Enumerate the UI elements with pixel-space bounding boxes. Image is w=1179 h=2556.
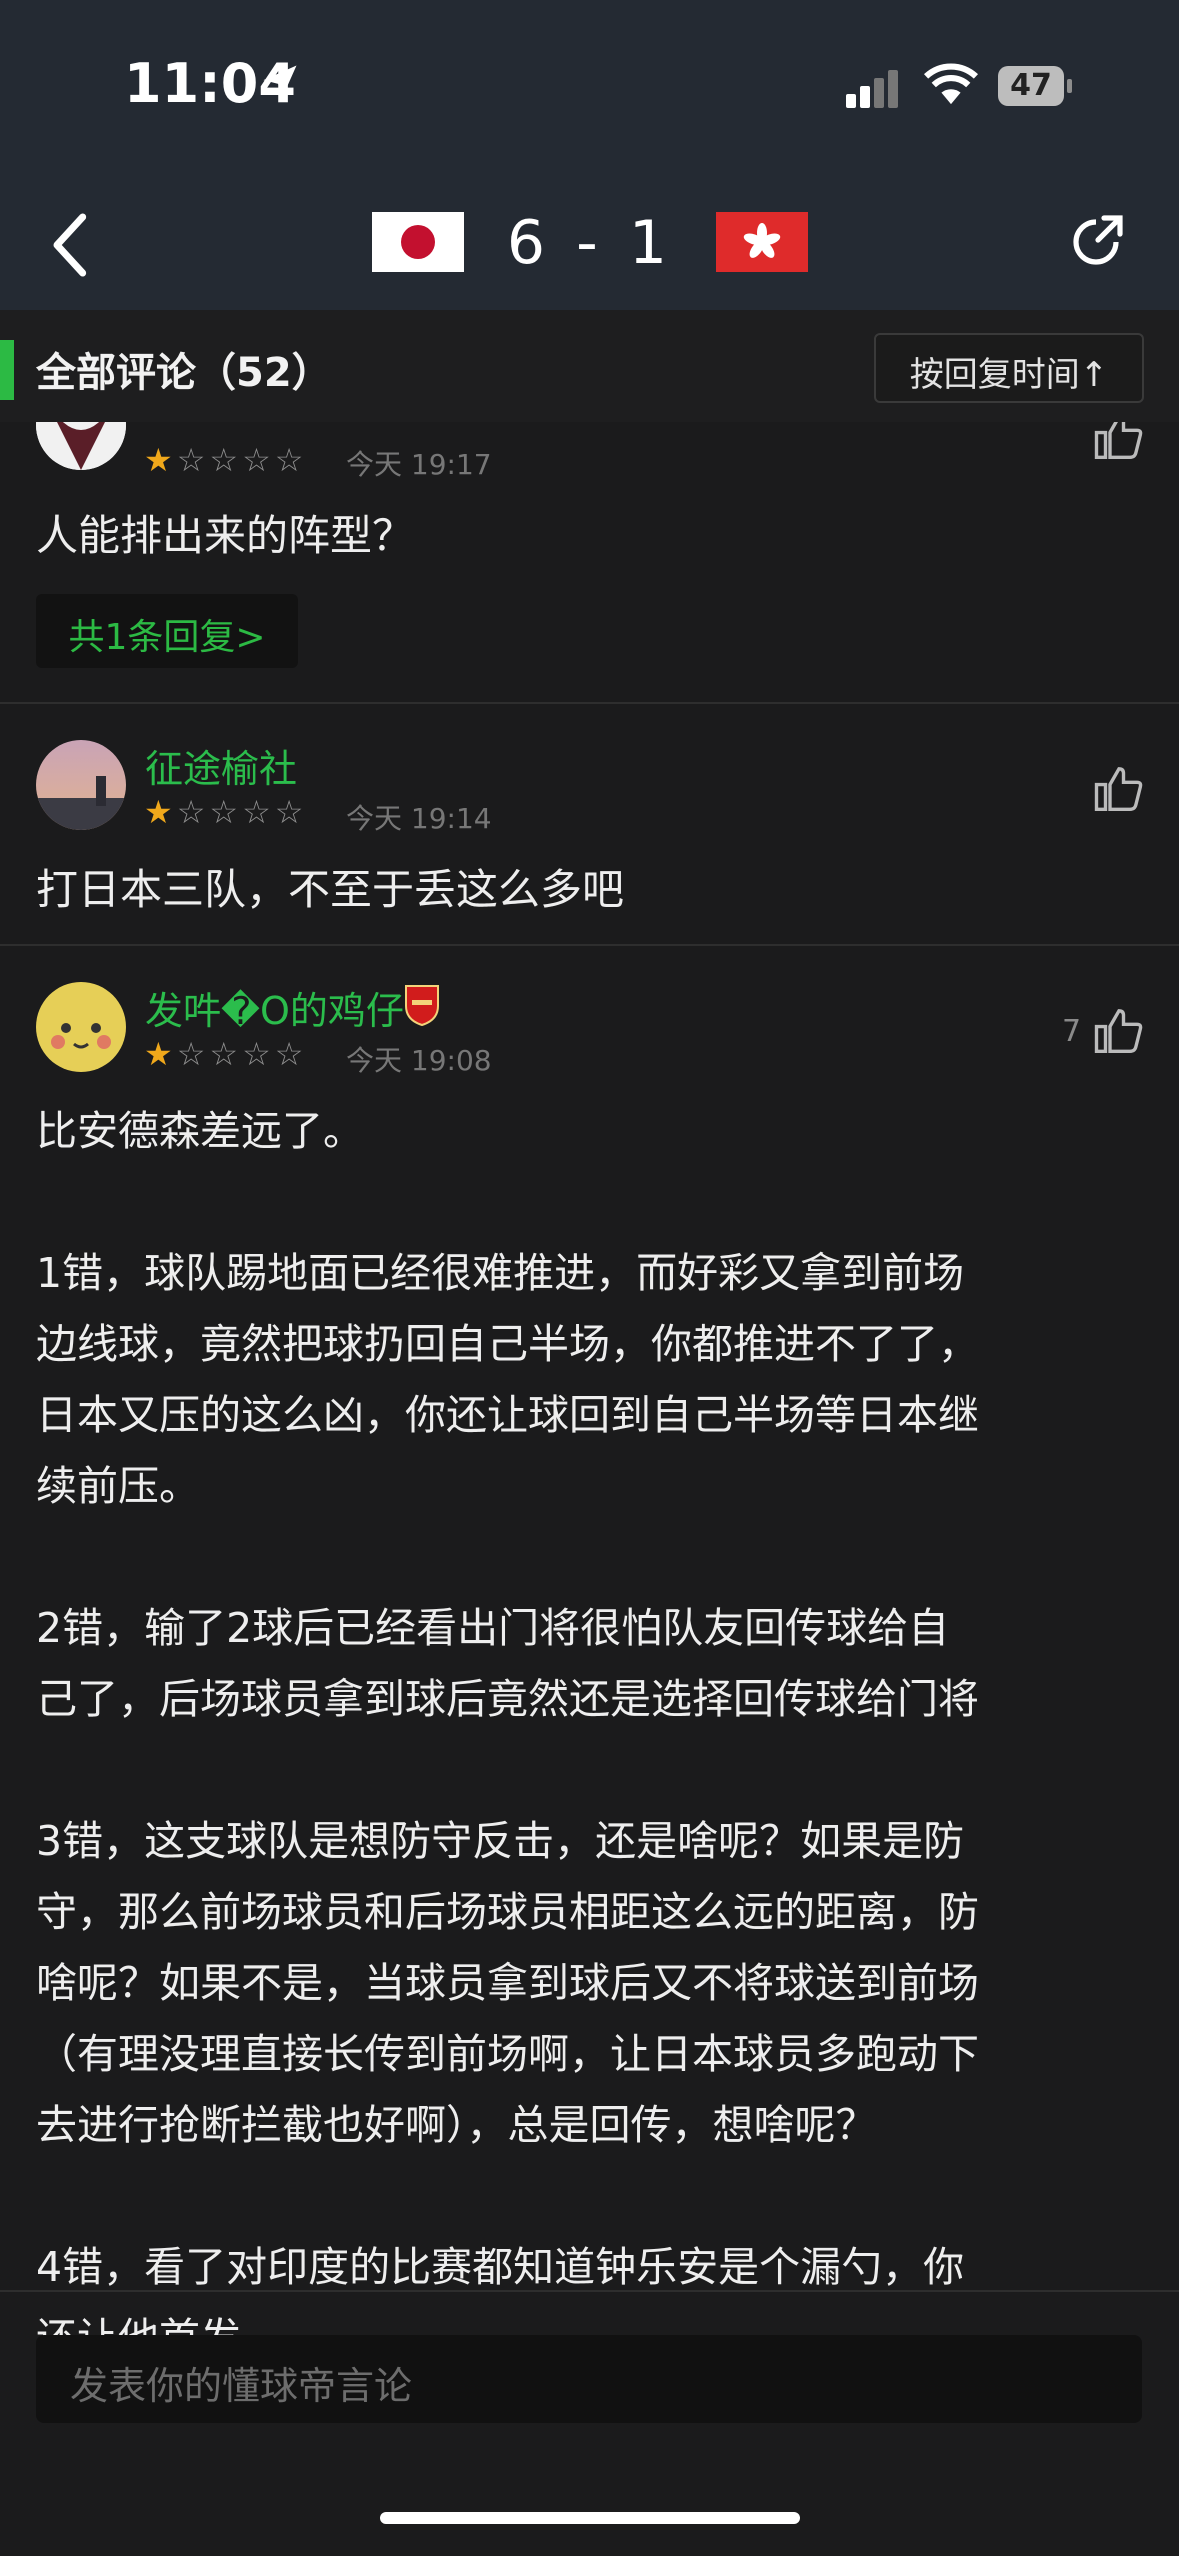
- star-empty-icon: ☆: [209, 793, 239, 831]
- japan-flag-icon: [372, 212, 464, 272]
- star-empty-icon: ☆: [274, 1035, 304, 1073]
- hong-kong-flag-icon: [716, 212, 808, 272]
- sort-label: 按回复时间↑: [909, 355, 1109, 395]
- star-empty-icon: ☆: [274, 441, 304, 479]
- star-empty-icon: ☆: [242, 793, 271, 831]
- avatar[interactable]: [36, 982, 126, 1072]
- wifi-icon: [923, 63, 979, 105]
- username[interactable]: 征途榆社: [145, 738, 297, 793]
- reply-count: 共1条回复>: [68, 617, 266, 658]
- sort-button[interactable]: 按回复时间↑: [874, 333, 1144, 403]
- comment-text: 打日本三队，不至于丢这么多吧: [36, 865, 625, 914]
- comment-text: 人能排出来的阵型？: [36, 511, 415, 560]
- like-count: 7: [1062, 1014, 1082, 1049]
- view-replies-button[interactable]: 共1条回复>: [36, 594, 298, 668]
- comment-time: 今天 19:08: [346, 1044, 492, 1077]
- thumbs-up-icon[interactable]: [1092, 762, 1146, 816]
- star-empty-icon: ☆: [209, 1035, 239, 1073]
- avatar[interactable]: [36, 740, 126, 830]
- star-empty-icon: ☆: [242, 441, 271, 479]
- star-filled-icon: ★: [144, 441, 173, 479]
- thumbs-up-icon[interactable]: [1092, 1004, 1146, 1058]
- rating-stars: ★ ☆ ☆ ☆ ☆: [144, 441, 307, 479]
- comment-time: 今天 19:14: [346, 802, 492, 835]
- comment-input[interactable]: 发表你的懂球帝言论: [36, 2335, 1142, 2423]
- star-filled-icon: ★: [144, 793, 173, 831]
- battery-level: 47: [1010, 68, 1052, 103]
- comment-text: 比安德森差远了。 1错，球队踢地面已经很难推进，而好彩又拿到前场 边线球，竟然把…: [36, 1107, 979, 2362]
- star-empty-icon: ☆: [176, 793, 206, 831]
- rating-stars: ★ ☆ ☆ ☆ ☆: [144, 793, 307, 831]
- rating-stars: ★ ☆ ☆ ☆ ☆: [144, 1035, 307, 1073]
- divider: [0, 2290, 1179, 2292]
- star-empty-icon: ☆: [274, 793, 304, 831]
- star-empty-icon: ☆: [176, 441, 206, 479]
- comment-time: 今天 19:17: [346, 448, 492, 481]
- comments-title: 全部评论（52）: [36, 350, 332, 396]
- username[interactable]: 发吽�O的鸡仔: [145, 980, 404, 1035]
- match-score: 6 - 1: [506, 208, 674, 278]
- back-button[interactable]: [46, 210, 96, 280]
- cellular-signal-icon: [846, 70, 898, 108]
- star-empty-icon: ☆: [242, 1035, 271, 1073]
- section-marker: [0, 340, 14, 400]
- comment-input-placeholder: 发表你的懂球帝言论: [70, 2364, 413, 2408]
- share-button[interactable]: [1064, 210, 1128, 274]
- star-filled-icon: ★: [144, 1035, 173, 1073]
- battery-icon: 47: [998, 66, 1072, 108]
- star-empty-icon: ☆: [176, 1035, 206, 1073]
- arsenal-badge-icon: [405, 985, 439, 1026]
- location-arrow-icon: [263, 65, 297, 99]
- divider: [0, 944, 1179, 946]
- home-indicator[interactable]: [380, 2512, 800, 2524]
- divider: [0, 702, 1179, 704]
- star-empty-icon: ☆: [209, 441, 239, 479]
